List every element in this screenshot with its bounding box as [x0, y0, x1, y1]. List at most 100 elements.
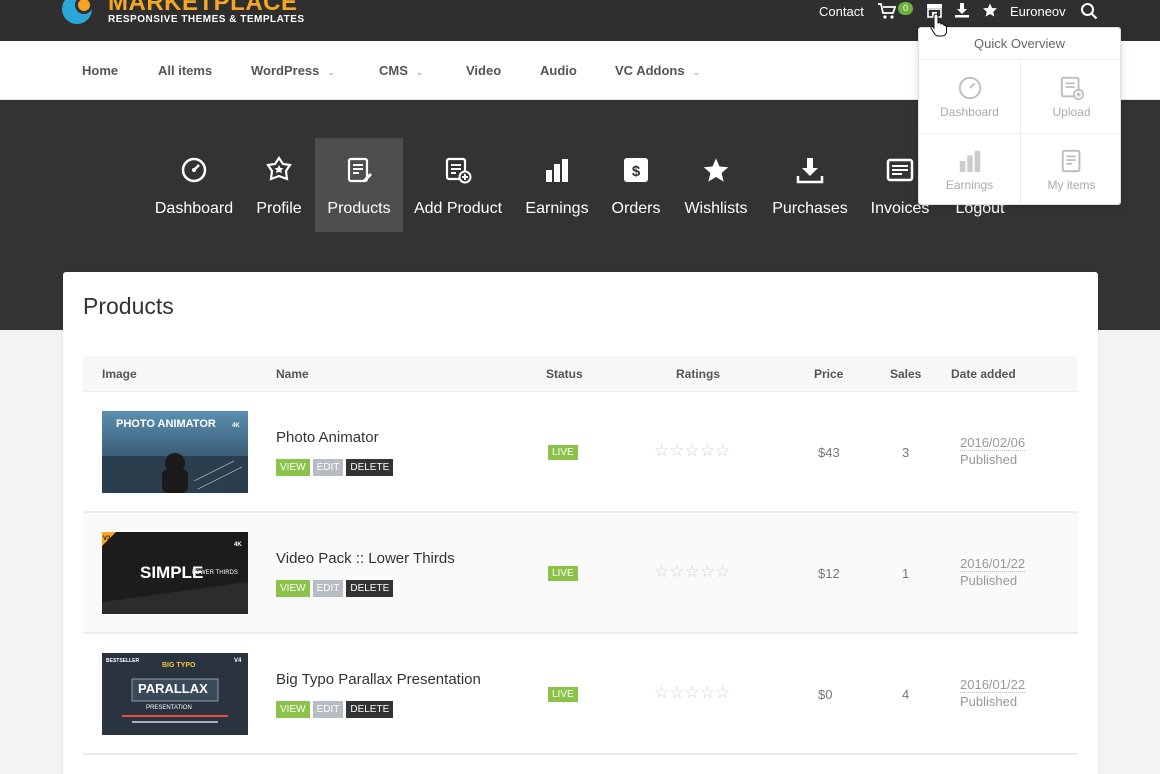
thumbnail-title: PHOTO ANIMATOR: [116, 418, 216, 430]
column-header-price: Price: [814, 367, 844, 381]
chevron-down-icon: ⌄: [327, 67, 335, 77]
rating-stars-icon: ☆☆☆☆☆: [654, 441, 731, 460]
user-menu[interactable]: Euroneov: [1010, 4, 1066, 19]
thumbnail-title: PARALLAX: [138, 681, 208, 696]
product-price: $0: [818, 687, 833, 702]
table-row: PHOTO ANIMATOR 4K Photo Animator VIEW ED…: [83, 392, 1078, 513]
table-row: BESTSELLER BIG TYPO PARALLAX PRESENTATIO…: [83, 634, 1078, 755]
status-badge: LIVE: [548, 566, 578, 581]
thumbnail-corner-badge: V3: [103, 536, 111, 542]
row-actions: VIEW EDIT DELETE: [276, 701, 394, 718]
product-thumbnail[interactable]: PHOTO ANIMATOR 4K: [102, 411, 248, 493]
star-icon: [702, 156, 730, 186]
quick-overview-popup: Quick Overview Dashboard Upload Earnings…: [918, 27, 1121, 205]
edit-button[interactable]: EDIT: [312, 701, 344, 718]
dash-item-wishlists[interactable]: Wishlists: [680, 138, 752, 232]
dollar-icon: $: [622, 156, 650, 186]
thumbnail-badge: 4K: [232, 423, 240, 429]
product-thumbnail[interactable]: BESTSELLER BIG TYPO PARALLAX PRESENTATIO…: [102, 653, 248, 735]
list-edit-icon: [1059, 148, 1085, 174]
column-header-date-added: Date added: [951, 367, 1016, 381]
view-button[interactable]: VIEW: [276, 580, 310, 597]
row-actions: VIEW EDIT DELETE: [276, 459, 394, 476]
download-icon[interactable]: [954, 2, 970, 23]
dash-item-products[interactable]: Products: [315, 138, 403, 232]
thumbnail-subtitle: LOWER THIRDS: [192, 570, 238, 576]
column-header-name: Name: [276, 367, 309, 381]
table-row: V3 SIMPLE LOWER THIRDS 4K Video Pack :: …: [83, 513, 1078, 634]
cart-icon[interactable]: [877, 2, 897, 25]
products-card: Products Image Name Status Ratings Price…: [63, 272, 1098, 774]
product-name[interactable]: Big Typo Parallax Presentation: [276, 671, 481, 688]
list-add-icon: [444, 156, 472, 186]
status-badge: LIVE: [548, 687, 578, 702]
column-header-sales: Sales: [890, 367, 922, 381]
wishlist-star-icon[interactable]: [982, 2, 998, 23]
cart-count-badge: 0: [898, 2, 914, 15]
nav-item-video[interactable]: Video: [466, 63, 501, 78]
date-added[interactable]: 2016/02/06: [960, 435, 1026, 451]
product-thumbnail[interactable]: V3 SIMPLE LOWER THIRDS 4K: [102, 532, 248, 614]
logo-mark-icon: [62, 0, 102, 26]
product-name[interactable]: Photo Animator: [276, 429, 379, 446]
product-price: $12: [818, 566, 840, 581]
product-name[interactable]: Video Pack :: Lower Thirds: [276, 550, 455, 567]
quick-overview-dashboard[interactable]: Dashboard: [919, 61, 1020, 133]
page-title: Products: [83, 293, 174, 319]
chevron-down-icon: ⌄: [415, 67, 424, 77]
rating-stars-icon: ☆☆☆☆☆: [654, 562, 731, 581]
nav-item-audio[interactable]: Audio: [540, 63, 577, 78]
dash-item-orders[interactable]: $ Orders: [608, 138, 664, 232]
invoice-icon: [886, 156, 914, 186]
chevron-down-icon: ⌄: [692, 67, 701, 77]
delete-button[interactable]: DELETE: [346, 580, 394, 597]
gauge-icon: [180, 156, 208, 186]
column-header-image: Image: [102, 367, 137, 381]
bar-chart-icon: [957, 148, 983, 174]
product-sales: 1: [902, 566, 910, 581]
dash-item-add-product[interactable]: Add Product: [410, 138, 506, 232]
column-header-status: Status: [546, 367, 583, 381]
brand-title: MARKETPLACE: [108, 0, 305, 12]
thumbnail-badge: 4K: [234, 542, 242, 548]
dash-item-earnings[interactable]: Earnings: [523, 138, 591, 232]
thumbnail-subtitle: PRESENTATION: [146, 705, 192, 711]
delete-button[interactable]: DELETE: [346, 701, 394, 718]
gauge-icon: [957, 75, 983, 101]
date-added[interactable]: 2016/01/22: [960, 677, 1026, 693]
quick-overview-earnings[interactable]: Earnings: [919, 134, 1020, 206]
svg-text:$: $: [632, 163, 641, 180]
list-edit-icon: [345, 156, 373, 186]
brand-subtitle: RESPONSIVE THEMES & TEMPLATES: [108, 14, 305, 25]
quick-overview-my-items[interactable]: My items: [1021, 134, 1122, 206]
view-button[interactable]: VIEW: [276, 701, 310, 718]
quick-overview-title: Quick Overview: [919, 28, 1120, 60]
publish-state: Published: [960, 573, 1018, 588]
delete-button[interactable]: DELETE: [346, 459, 394, 476]
nav-item-home[interactable]: Home: [82, 63, 118, 78]
column-header-ratings: Ratings: [676, 367, 721, 381]
download-icon: [796, 156, 824, 186]
product-price: $43: [818, 445, 840, 460]
brand-logo[interactable]: MARKETPLACE RESPONSIVE THEMES & TEMPLATE…: [62, 0, 305, 32]
dash-item-profile[interactable]: Profile: [250, 138, 308, 232]
nav-item-all-items[interactable]: All items: [158, 63, 212, 78]
list-add-icon: [1059, 75, 1085, 101]
status-badge: LIVE: [548, 445, 578, 460]
nav-item-cms[interactable]: CMS ⌄: [379, 63, 423, 78]
nav-item-wordpress[interactable]: WordPress ⌄: [251, 63, 335, 78]
product-sales: 3: [902, 445, 910, 460]
quick-overview-upload[interactable]: Upload: [1021, 61, 1122, 133]
nav-item-vc-addons[interactable]: VC Addons ⌄: [615, 63, 700, 78]
dash-item-purchases[interactable]: Purchases: [768, 138, 852, 232]
edit-button[interactable]: EDIT: [312, 459, 344, 476]
date-added[interactable]: 2016/01/22: [960, 556, 1026, 572]
dash-item-dashboard[interactable]: Dashboard: [150, 138, 238, 232]
hand-cursor-icon: [930, 13, 948, 42]
thumbnail-kicker: BIG TYPO: [162, 662, 196, 669]
view-button[interactable]: VIEW: [276, 459, 310, 476]
search-icon[interactable]: [1080, 2, 1098, 25]
contact-link[interactable]: Contact: [819, 4, 864, 19]
edit-button[interactable]: EDIT: [312, 580, 344, 597]
row-actions: VIEW EDIT DELETE: [276, 580, 394, 597]
